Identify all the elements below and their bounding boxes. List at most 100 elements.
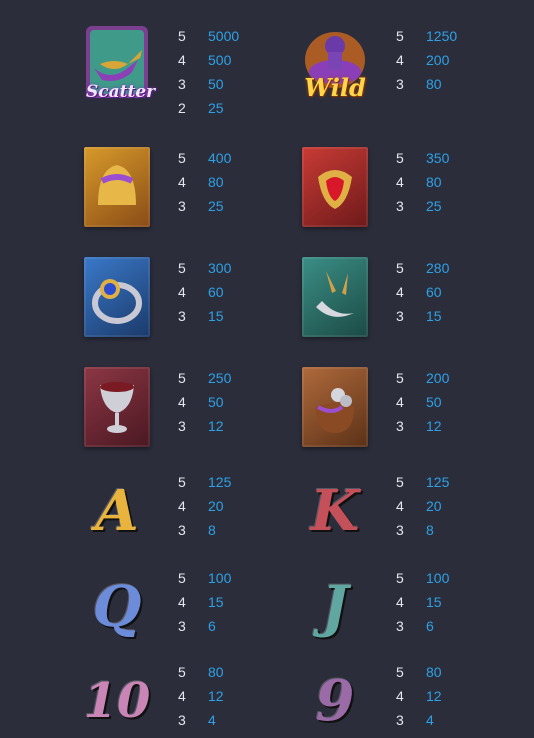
payout-line: 5 400 <box>178 146 231 170</box>
payout-line: 3 25 <box>178 194 231 218</box>
payout-list: 5 125 4 20 3 8 <box>178 470 231 542</box>
payout-value: 300 <box>208 260 232 276</box>
match-count: 3 <box>178 76 186 92</box>
payout-line: 3 12 <box>178 414 231 438</box>
payout-line: 3 15 <box>396 304 449 328</box>
letter-k-icon: K <box>298 470 372 552</box>
letter-q-icon: Q <box>80 566 154 648</box>
payout-value: 500 <box>208 52 232 68</box>
payout-value: 6 <box>208 618 216 634</box>
payout-line: 4 200 <box>396 48 457 72</box>
payout-value: 80 <box>208 664 224 680</box>
payout-line: 5 280 <box>396 256 449 280</box>
payout-value: 20 <box>208 498 224 514</box>
match-count: 4 <box>178 284 186 300</box>
payout-line: 5 100 <box>396 566 449 590</box>
match-count: 3 <box>396 198 404 214</box>
payout-line: 4 80 <box>396 170 449 194</box>
payout-line: 34 <box>396 708 442 732</box>
payout-value: 8 <box>208 522 216 538</box>
match-count: 5 <box>396 664 404 680</box>
match-count: 5 <box>396 28 404 44</box>
match-count: 5 <box>396 260 404 276</box>
match-count: 5 <box>178 474 186 490</box>
symbol-label: Wild <box>304 73 366 102</box>
payout-line: 5 350 <box>396 146 449 170</box>
payout-value: 400 <box>208 150 232 166</box>
payout-value: 200 <box>426 52 450 68</box>
match-count: 3 <box>178 198 186 214</box>
payout-list: 5 80 4 12 34 <box>396 660 442 732</box>
match-count: 3 <box>178 522 186 538</box>
match-count: 4 <box>178 594 186 610</box>
payout-line: 4 80 <box>178 170 231 194</box>
payout-value: 1250 <box>426 28 458 44</box>
payout-value: 280 <box>426 260 450 276</box>
payout-list: 5 300 4 60 3 15 <box>178 256 231 328</box>
payout-line: 5 200 <box>396 366 449 390</box>
match-count: 4 <box>178 174 186 190</box>
payout-value: 15 <box>208 308 224 324</box>
match-count: 4 <box>178 52 186 68</box>
match-count: 2 <box>178 100 186 116</box>
match-count: 4 <box>178 498 186 514</box>
payout-line: 34 <box>178 708 224 732</box>
coin-pouch-icon <box>298 366 372 448</box>
match-count: 4 <box>178 394 186 410</box>
match-count: 5 <box>178 370 186 386</box>
payout-line: 4 60 <box>396 280 449 304</box>
payout-list: 5 280 4 60 3 15 <box>396 256 449 328</box>
payout-line: 4 50 <box>396 390 449 414</box>
payout-line: 4 50 <box>178 390 231 414</box>
match-count: 3 <box>178 712 186 728</box>
payout-line: 4 15 <box>396 590 449 614</box>
payout-value: 250 <box>208 370 232 386</box>
match-count: 5 <box>178 28 186 44</box>
payout-value: 60 <box>426 284 442 300</box>
payout-value: 50 <box>426 394 442 410</box>
payout-line: 3 15 <box>178 304 231 328</box>
symbol-glyph: J <box>321 574 349 640</box>
match-count: 4 <box>178 688 186 704</box>
payout-line: 4 500 <box>178 48 239 72</box>
payout-line: 2 25 <box>178 96 239 120</box>
match-count: 5 <box>396 370 404 386</box>
payout-value: 80 <box>426 174 442 190</box>
payout-line: 5 80 <box>178 660 224 684</box>
payout-value: 100 <box>208 570 232 586</box>
match-count: 3 <box>396 76 404 92</box>
wild-genie-icon: Wild <box>298 24 372 106</box>
payout-value: 12 <box>426 418 442 434</box>
payout-value: 25 <box>426 198 442 214</box>
payout-value: 20 <box>426 498 442 514</box>
payout-list: 5 350 4 80 3 25 <box>396 146 449 218</box>
payout-line: 36 <box>178 614 231 638</box>
symbol-glyph: 9 <box>315 668 355 734</box>
payout-value: 80 <box>426 664 442 680</box>
payout-list: 5 125 4 20 38 <box>396 470 449 542</box>
gold-helmet-icon <box>80 146 154 228</box>
match-count: 5 <box>396 474 404 490</box>
payout-value: 125 <box>208 474 232 490</box>
payout-value: 350 <box>426 150 450 166</box>
daggers-icon <box>298 256 372 338</box>
payout-value: 4 <box>426 712 434 728</box>
chalice-icon <box>80 366 154 448</box>
payout-list: 5 400 4 80 3 25 <box>178 146 231 218</box>
payout-list: 5 1250 4 200 3 80 <box>396 24 457 96</box>
payout-line: 5 80 <box>396 660 442 684</box>
payout-value: 25 <box>208 198 224 214</box>
payout-line: 4 12 <box>396 684 442 708</box>
payout-value: 25 <box>208 100 224 116</box>
payout-list: 5 80 4 12 34 <box>178 660 224 732</box>
match-count: 5 <box>396 570 404 586</box>
match-count: 3 <box>178 418 186 434</box>
paytable: Scatter 5 5000 4 500 3 50 2 25 Wild 5 1250 <box>0 0 534 738</box>
match-count: 5 <box>396 150 404 166</box>
payout-line: 3 80 <box>396 72 457 96</box>
payout-list: 5 100 4 15 36 <box>178 566 231 638</box>
payout-value: 15 <box>426 594 442 610</box>
payout-value: 4 <box>208 712 216 728</box>
match-count: 4 <box>396 174 404 190</box>
payout-line: 5 100 <box>178 566 231 590</box>
